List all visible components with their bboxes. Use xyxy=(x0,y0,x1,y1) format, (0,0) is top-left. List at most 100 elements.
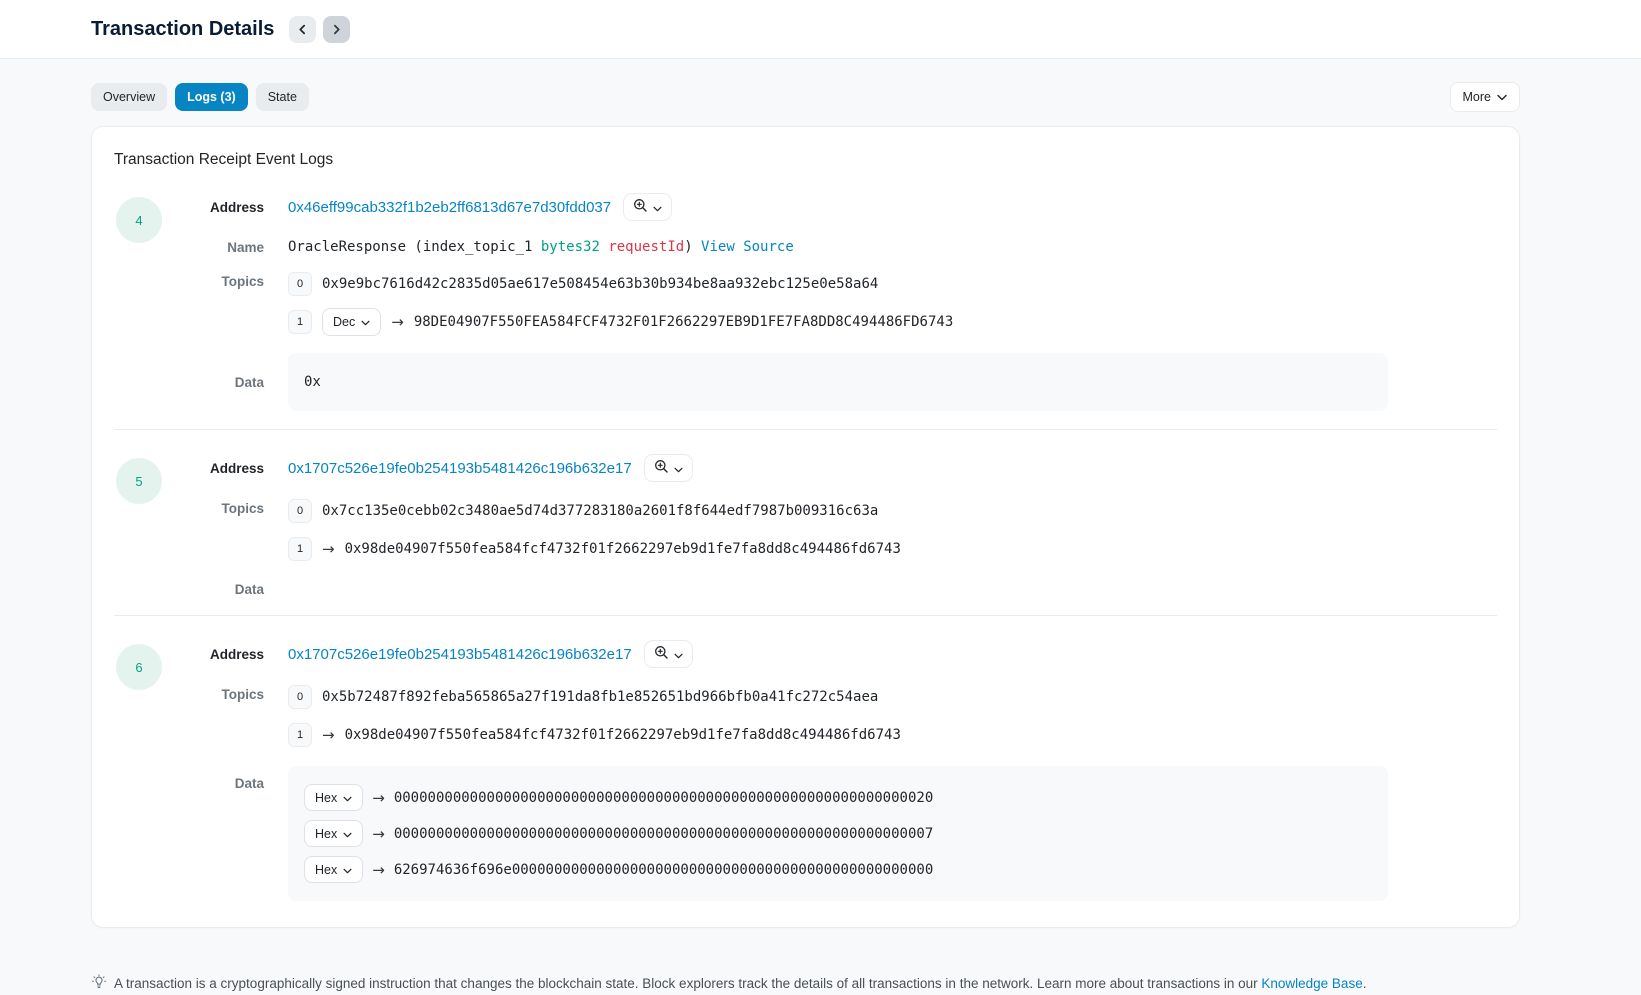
data-encoding-select[interactable]: Hex xyxy=(304,856,363,883)
topic-1: 1 → 0x98de04907f550fea584fcf4732f01f2662… xyxy=(288,721,1497,749)
arrow-icon: → xyxy=(322,726,335,744)
data-word-value: 0000000000000000000000000000000000000000… xyxy=(394,826,933,842)
data-label: Data xyxy=(204,375,264,390)
chevron-down-icon xyxy=(343,827,352,841)
log-index-badge: 5 xyxy=(116,458,162,504)
topic-1: 1 → 0x98de04907f550fea584fcf4732f01f2662… xyxy=(288,535,1497,563)
chevron-down-icon xyxy=(674,461,683,476)
log-index-badge: 4 xyxy=(116,197,162,243)
name-row: Name OracleResponse (index_topic_1 bytes… xyxy=(204,236,1497,255)
topic-1: 1 Dec → 98DE04907F550FEA584FCF4732F01F26… xyxy=(288,308,1497,336)
data-encoding-select[interactable]: Hex xyxy=(304,784,363,811)
log-entry-6: 6 Address 0x1707c526e19fe0b254193b548142… xyxy=(114,640,1497,901)
data-label: Data xyxy=(204,766,264,791)
log-entry-4: 4 Address 0x46eff99cab332f1b2eb2ff6813d6… xyxy=(114,193,1497,411)
more-button[interactable]: More xyxy=(1450,82,1520,112)
data-encoding-select[interactable]: Hex xyxy=(304,820,363,847)
arrow-icon: → xyxy=(372,861,385,879)
topic-index-badge: 1 xyxy=(288,310,312,334)
address-row: Address 0x1707c526e19fe0b254193b5481426c… xyxy=(204,640,1497,668)
log-divider xyxy=(114,615,1497,616)
topics-row: Topics 0 0x9e9bc7616d42c2835d05ae617e508… xyxy=(204,270,1497,336)
topics-label: Topics xyxy=(204,683,264,702)
chevron-left-icon xyxy=(297,24,308,35)
chevron-down-icon xyxy=(1497,90,1507,104)
lightbulb-icon xyxy=(91,974,107,993)
event-logs-card: Transaction Receipt Event Logs 4 Address… xyxy=(91,126,1520,928)
topic-encoding-select[interactable]: Dec xyxy=(322,308,381,336)
topic-index-badge: 0 xyxy=(288,499,312,523)
chevron-down-icon xyxy=(653,200,662,215)
address-row: Address 0x46eff99cab332f1b2eb2ff6813d67e… xyxy=(204,193,1497,221)
topic-value: 0x5b72487f892feba565865a27f191da8fb1e852… xyxy=(322,689,878,705)
param-type: bytes32 xyxy=(541,239,600,255)
address-link[interactable]: 0x1707c526e19fe0b254193b5481426c196b632e… xyxy=(288,646,632,663)
chevron-down-icon xyxy=(674,647,683,662)
tab-overview[interactable]: Overview xyxy=(91,83,167,111)
page-title: Transaction Details xyxy=(91,18,274,41)
view-source-link[interactable]: View Source xyxy=(701,239,794,255)
data-row: Data Hex → 00000000000000000000000000000… xyxy=(204,766,1497,901)
address-zoom-button[interactable] xyxy=(644,454,693,482)
topic-index-badge: 1 xyxy=(288,537,312,561)
topic-0: 0 0x7cc135e0cebb02c3480ae5d74d377283180a… xyxy=(288,497,1497,525)
knowledge-base-link[interactable]: Knowledge Base xyxy=(1261,976,1362,991)
address-zoom-button[interactable] xyxy=(644,640,693,668)
topic-value: 0x9e9bc7616d42c2835d05ae617e508454e63b30… xyxy=(322,276,878,292)
magnifier-plus-icon xyxy=(654,645,669,663)
address-label: Address xyxy=(204,200,264,215)
log-entry-5: 5 Address 0x1707c526e19fe0b254193b548142… xyxy=(114,454,1497,597)
card-title: Transaction Receipt Event Logs xyxy=(114,151,1497,169)
topic-0: 0 0x9e9bc7616d42c2835d05ae617e508454e63b… xyxy=(288,270,1497,298)
tab-logs[interactable]: Logs (3) xyxy=(175,83,248,111)
topic-value: 0x98de04907f550fea584fcf4732f01f2662297e… xyxy=(345,727,901,743)
log-divider xyxy=(114,429,1497,430)
topic-value: 0x7cc135e0cebb02c3480ae5d74d377283180a26… xyxy=(322,503,878,519)
topics-row: Topics 0 0x5b72487f892feba565865a27f191d… xyxy=(204,683,1497,749)
magnifier-plus-icon xyxy=(633,198,648,216)
address-label: Address xyxy=(204,461,264,476)
topic-0: 0 0x5b72487f892feba565865a27f191da8fb1e8… xyxy=(288,683,1497,711)
data-encoding-value: Hex xyxy=(315,791,337,805)
magnifier-plus-icon xyxy=(654,459,669,477)
topic-index-badge: 0 xyxy=(288,272,312,296)
topic-encoding-value: Dec xyxy=(333,315,355,329)
topic-index-badge: 1 xyxy=(288,723,312,747)
footer-text: A transaction is a cryptographically sig… xyxy=(114,976,1366,991)
topic-value: 98DE04907F550FEA584FCF4732F01F2662297EB9… xyxy=(414,314,953,330)
data-label: Data xyxy=(204,578,264,597)
topics-label: Topics xyxy=(204,497,264,516)
chevron-down-icon xyxy=(343,791,352,805)
topics-label: Topics xyxy=(204,270,264,289)
topic-value: 0x98de04907f550fea584fcf4732f01f2662297e… xyxy=(345,541,901,557)
address-link[interactable]: 0x1707c526e19fe0b254193b5481426c196b632e… xyxy=(288,460,632,477)
chevron-right-icon xyxy=(331,24,342,35)
tab-state[interactable]: State xyxy=(256,83,309,111)
address-link[interactable]: 0x46eff99cab332f1b2eb2ff6813d67e7d30fdd0… xyxy=(288,199,611,216)
tabs-bar: Overview Logs (3) State More xyxy=(91,82,1520,112)
chevron-down-icon xyxy=(361,315,370,329)
previous-transaction-button[interactable] xyxy=(289,16,316,43)
name-label: Name xyxy=(204,236,264,255)
page-header: Transaction Details xyxy=(0,0,1641,59)
chevron-down-icon xyxy=(343,863,352,877)
data-word-value: 626974636f696e00000000000000000000000000… xyxy=(394,862,933,878)
data-word-row: Hex → 626974636f696e00000000000000000000… xyxy=(304,856,1372,883)
arrow-icon: → xyxy=(322,540,335,558)
arrow-icon: → xyxy=(391,313,404,331)
arrow-icon: → xyxy=(372,789,385,807)
data-row: Data xyxy=(204,578,1497,597)
next-transaction-button[interactable] xyxy=(323,16,350,43)
close-paren: ) xyxy=(684,239,701,255)
topics-row: Topics 0 0x7cc135e0cebb02c3480ae5d74d377… xyxy=(204,497,1497,563)
data-value-box: Hex → 0000000000000000000000000000000000… xyxy=(288,766,1388,901)
arrow-icon: → xyxy=(372,825,385,843)
address-row: Address 0x1707c526e19fe0b254193b5481426c… xyxy=(204,454,1497,482)
data-word-value: 0000000000000000000000000000000000000000… xyxy=(394,790,933,806)
address-zoom-button[interactable] xyxy=(623,193,672,221)
param-name: requestId xyxy=(608,239,684,255)
footer-note: A transaction is a cryptographically sig… xyxy=(91,974,1520,993)
data-value-box: 0x xyxy=(288,353,1388,411)
address-label: Address xyxy=(204,647,264,662)
data-row: Data 0x xyxy=(204,353,1497,411)
